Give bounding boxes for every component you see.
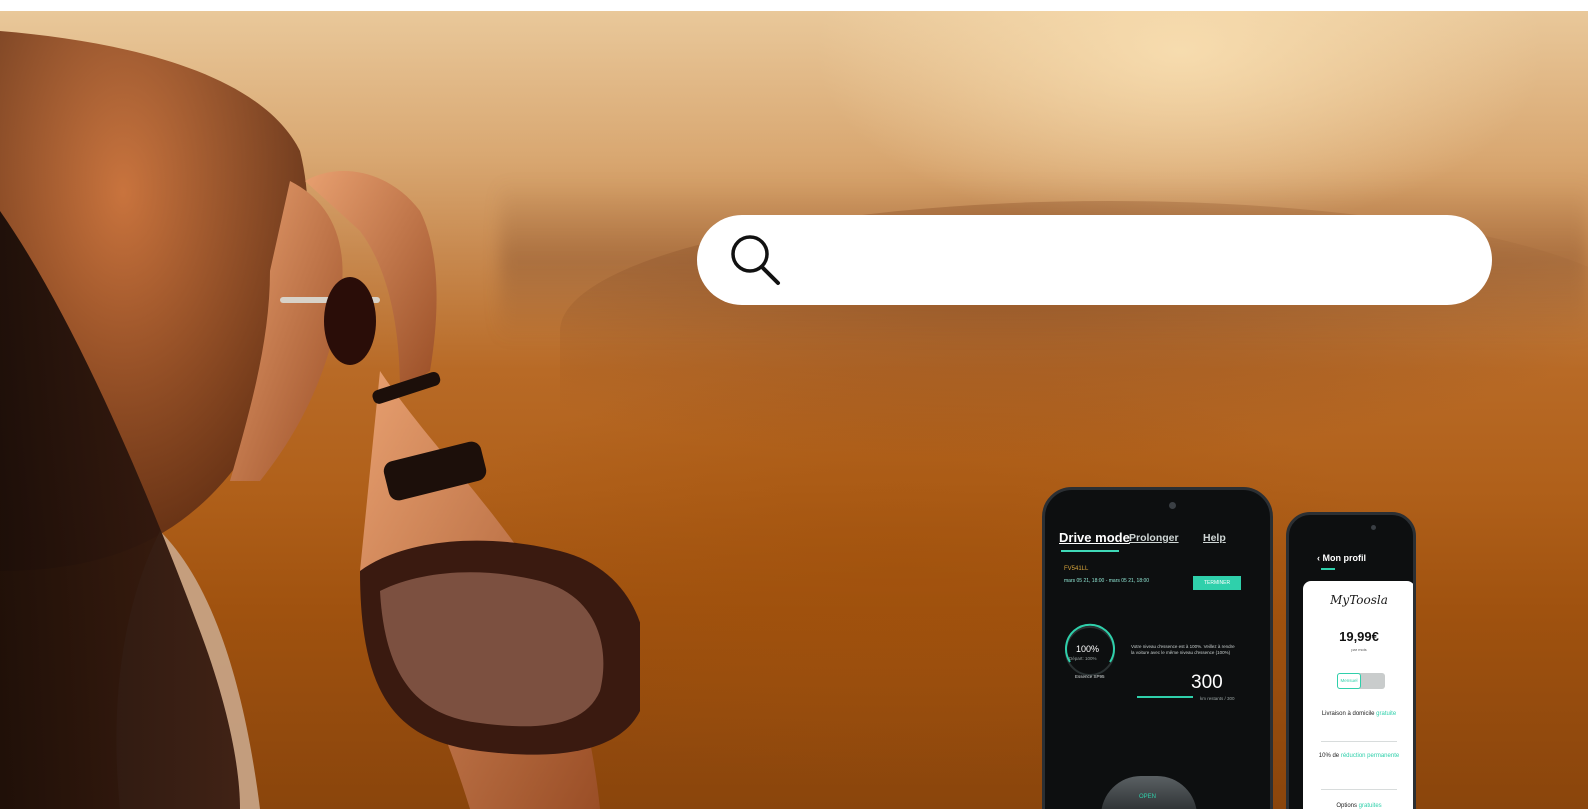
km-remaining: 300 [1191, 672, 1223, 693]
feature-highlight: gratuite [1376, 711, 1397, 717]
phone-profile: ‹ Mon profil MyToosla 19,99€ par mois Me… [1286, 512, 1416, 809]
tab-help: Help [1203, 532, 1226, 544]
hero-background: Drive mode Prolonger Help FV541LL mars 0… [0, 11, 1588, 809]
open-label: OPEN [1139, 794, 1157, 800]
active-tab-indicator [1061, 550, 1119, 552]
feature-highlight: réduction permanente [1340, 753, 1400, 759]
tab-prolonger: Prolonger [1129, 532, 1179, 544]
camera-dot [1169, 502, 1176, 509]
car-key-graphic [1101, 776, 1197, 809]
feature-highlight: gratuites [1358, 803, 1382, 809]
billing-monthly: Mensuel [1337, 673, 1361, 689]
subscription-card: MyToosla 19,99€ par mois Mensuel Livrais… [1303, 581, 1413, 809]
feature-options: Options gratuites [1313, 803, 1405, 809]
divider [1321, 741, 1397, 742]
fuel-type: Essence SP95 [1075, 674, 1105, 679]
km-bar [1137, 696, 1193, 698]
search-bar[interactable] [697, 215, 1492, 305]
woman-in-car-photo [0, 31, 640, 809]
terminate-button: TERMINER [1193, 576, 1241, 590]
feature-text: Options [1336, 803, 1359, 809]
phone-drive-mode: Drive mode Prolonger Help FV541LL mars 0… [1042, 487, 1273, 809]
search-icon[interactable] [727, 232, 783, 288]
price-period: par mois [1351, 647, 1367, 652]
divider [1321, 789, 1397, 790]
mytoosla-logo: MyToosla [1330, 593, 1388, 607]
feature-text: Livraison à domicile [1321, 711, 1377, 717]
profile-underline [1321, 568, 1335, 570]
rental-dates: mars 05 21, 18:00 - mars 05 21, 18:00 [1064, 578, 1150, 584]
fuel-start: Départ: 100% [1069, 656, 1097, 661]
subscription-price: 19,99€ [1339, 629, 1379, 644]
fuel-percent: 100% [1076, 644, 1100, 654]
search-input[interactable] [797, 229, 1452, 291]
fuel-notice: Votre niveau d'essence est à 100%. Veill… [1131, 644, 1235, 655]
camera-dot [1371, 525, 1376, 530]
km-sub: km restants / 300 [1200, 696, 1235, 701]
license-plate: FV541LL [1064, 566, 1089, 572]
tab-drive-mode: Drive mode [1059, 530, 1130, 545]
feature-text: 10% de [1318, 753, 1341, 759]
feature-delivery: Livraison à domicile gratuite [1313, 711, 1405, 717]
feature-discount: 10% de réduction permanente [1313, 753, 1405, 759]
profile-back-label: ‹ Mon profil [1317, 553, 1366, 563]
